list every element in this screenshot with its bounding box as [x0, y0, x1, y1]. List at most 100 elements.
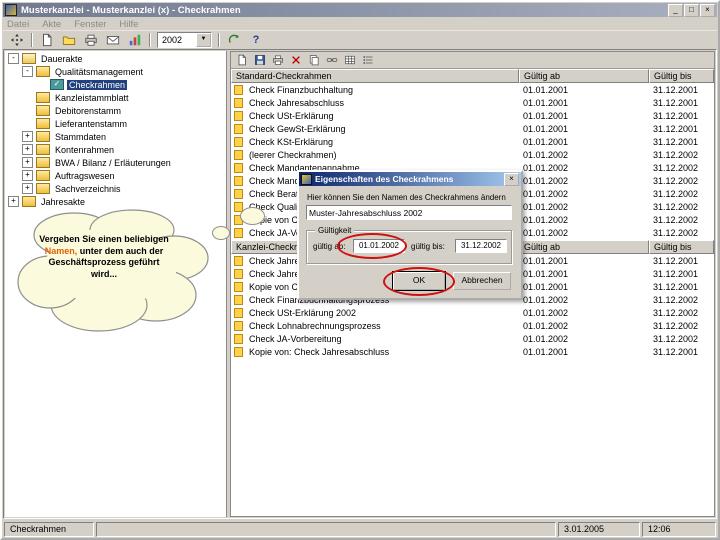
table-row[interactable]: Check USt-Erklärung 2002 01.01.2002 31.1… [231, 306, 714, 319]
save-icon[interactable] [251, 53, 269, 67]
dialog-titlebar[interactable]: Eigenschaften des Checkrahmens × [299, 172, 521, 186]
note-icon [234, 227, 243, 238]
tree-node-icon [50, 79, 64, 90]
close-button[interactable]: × [700, 3, 715, 17]
column-header[interactable]: Gültig bis [649, 240, 714, 254]
column-header[interactable]: Gültig bis [649, 69, 714, 83]
maximize-button[interactable]: □ [684, 3, 699, 17]
tree-item[interactable]: Kanzleistammblatt [19, 91, 226, 104]
gueltig-bis: 31.12.2001 [653, 346, 699, 357]
gueltig-bis: 31.12.2001 [653, 84, 699, 95]
gueltig-ab: 01.01.2001 [523, 281, 569, 292]
gueltig-bis: 31.12.2002 [653, 294, 699, 305]
expander-icon[interactable]: + [22, 183, 33, 194]
gueltig-ab: 01.01.2002 [523, 294, 569, 305]
mail-icon[interactable] [102, 31, 124, 49]
table-row[interactable]: Check GewSt-Erklärung 01.01.2001 31.12.2… [231, 122, 714, 135]
note-icon [234, 320, 243, 331]
menu-item[interactable]: Datei [7, 19, 29, 30]
tree-item[interactable]: + Auftragswesen [19, 169, 226, 182]
tree-item[interactable]: Checkrahmen [33, 78, 226, 91]
dialog-icon [301, 173, 312, 185]
toolbar-separator [149, 33, 151, 47]
table-row[interactable]: Kopie von: Check Jahresabschluss 01.01.2… [231, 345, 714, 358]
gueltig-ab-field[interactable]: 01.01.2002 [353, 239, 405, 253]
tree-item[interactable]: + Kontenrahmen [19, 143, 226, 156]
note-icon [234, 294, 243, 305]
gueltig-bis: 31.12.2002 [653, 214, 699, 225]
grid-view-icon[interactable] [341, 53, 359, 67]
link-icon[interactable] [323, 53, 341, 67]
refresh-icon[interactable] [223, 31, 245, 49]
expander-icon[interactable]: - [8, 53, 19, 64]
print-icon[interactable] [80, 31, 102, 49]
checkrahmen-name: Check JA-Vorbereitung [249, 333, 342, 344]
note-icon [234, 162, 243, 173]
open-folder-icon[interactable] [58, 31, 80, 49]
tree-node-icon [36, 157, 50, 168]
note-icon [234, 188, 243, 199]
close-icon[interactable]: × [504, 172, 519, 186]
tree-item[interactable]: - Dauerakte [5, 52, 226, 65]
window-title: Musterkanzlei - Musterkanzlei (x) - Chec… [21, 4, 241, 16]
gueltig-ab: 01.01.2002 [523, 201, 569, 212]
chevron-down-icon[interactable]: ▼ [196, 33, 211, 47]
expander-icon[interactable]: + [22, 144, 33, 155]
expander-icon[interactable]: - [22, 66, 33, 77]
tree-item[interactable]: Lieferantenstamm [19, 117, 226, 130]
ok-button[interactable]: OK [393, 272, 445, 290]
year-value: 2002 [162, 35, 183, 45]
name-input[interactable] [306, 205, 512, 220]
year-combobox[interactable]: 2002 ▼ [157, 32, 212, 48]
gueltig-ab-label: gültig ab: [313, 242, 346, 251]
gueltig-ab: 01.01.2001 [523, 97, 569, 108]
gueltig-bis-field[interactable]: 31.12.2002 [455, 239, 507, 253]
groupbox-legend: Gültigkeit [315, 226, 355, 235]
expander-icon[interactable]: + [22, 170, 33, 181]
column-header[interactable]: Gültig ab [519, 69, 649, 83]
tree-node-icon [36, 92, 50, 103]
tree-item-label: Debitorenstamm [55, 105, 122, 116]
new-document-icon[interactable] [233, 53, 251, 67]
cancel-button[interactable]: Abbrechen [453, 272, 511, 290]
menu-item[interactable]: Hilfe [119, 19, 138, 30]
list-view-icon[interactable] [359, 53, 377, 67]
note-icon [234, 97, 243, 108]
table-row[interactable]: Check Lohnabrechnungsprozess 01.01.2002 … [231, 319, 714, 332]
tree-item[interactable]: + Stammdaten [19, 130, 226, 143]
tree-item-label: Lieferantenstamm [55, 118, 128, 129]
table-row[interactable]: (leerer Checkrahmen) 01.01.2002 31.12.20… [231, 148, 714, 161]
gueltig-ab: 01.01.2002 [523, 175, 569, 186]
gueltig-bis: 31.12.2001 [653, 281, 699, 292]
gueltig-ab: 01.01.2002 [523, 333, 569, 344]
table-row[interactable]: Check USt-Erklärung 01.01.2001 31.12.200… [231, 109, 714, 122]
tree-item[interactable]: + Sachverzeichnis [19, 182, 226, 195]
chart-icon[interactable] [124, 31, 146, 49]
column-header[interactable]: Gültig ab [519, 240, 649, 254]
copy-icon[interactable] [305, 53, 323, 67]
tree-item[interactable]: - Qualitätsmanagement [19, 65, 226, 78]
expander-icon[interactable]: + [22, 131, 33, 142]
tree-item-label: Stammdaten [55, 131, 107, 142]
tree-item[interactable]: + BWA / Bilanz / Erläuterungen [19, 156, 226, 169]
delete-icon[interactable] [287, 53, 305, 67]
tree-node-icon [36, 105, 50, 116]
menu-item[interactable]: Akte [42, 19, 61, 30]
gueltig-bis-label: gültig bis: [411, 242, 445, 251]
new-document-icon[interactable] [36, 31, 58, 49]
column-header[interactable]: Standard-Checkrahmen [231, 69, 519, 83]
checkrahmen-name: Check Finanzbuchhaltung [249, 84, 354, 95]
minimize-button[interactable]: _ [668, 3, 683, 17]
pan-icon[interactable] [6, 31, 28, 49]
tree-node-icon [36, 144, 50, 155]
expander-icon[interactable]: + [22, 157, 33, 168]
table-row[interactable]: Check JA-Vorbereitung 01.01.2002 31.12.2… [231, 332, 714, 345]
table-row[interactable]: Check Finanzbuchhaltung 01.01.2001 31.12… [231, 83, 714, 96]
table-row[interactable]: Check KSt-Erklärung 01.01.2001 31.12.200… [231, 135, 714, 148]
menu-item[interactable]: Fenster [74, 19, 106, 30]
print-icon[interactable] [269, 53, 287, 67]
checkrahmen-name: Kopie von: Check Jahresabschluss [249, 346, 390, 357]
table-row[interactable]: Check Jahresabschluss 01.01.2001 31.12.2… [231, 96, 714, 109]
tree-item[interactable]: Debitorenstamm [19, 104, 226, 117]
help-icon[interactable]: ? [245, 31, 267, 49]
